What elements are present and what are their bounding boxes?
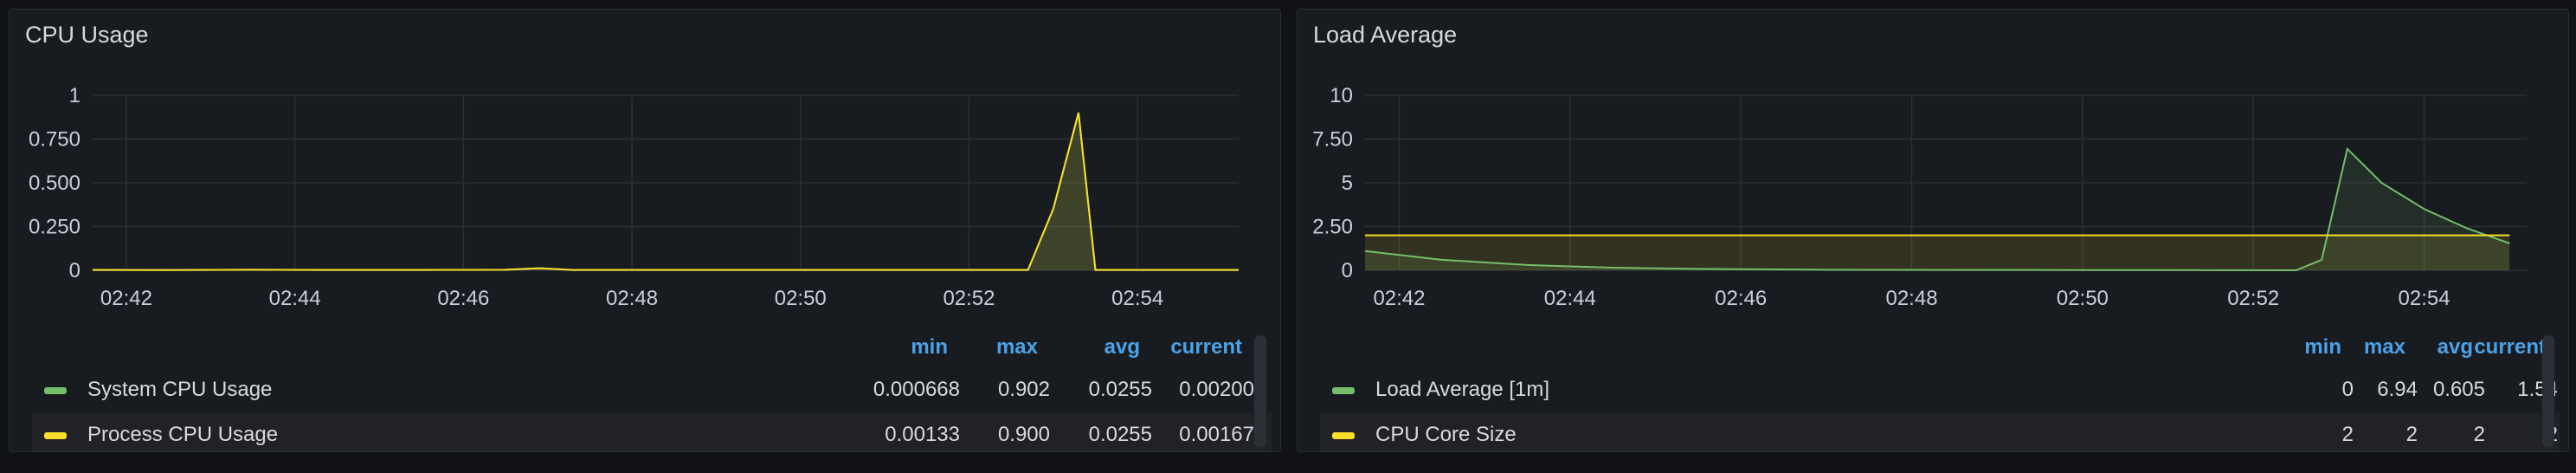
legend-header-min[interactable]: min (2304, 335, 2341, 360)
x-tick-label: 02:48 (606, 287, 658, 310)
legend-min: 0.000668 (873, 378, 960, 401)
x-tick-label: 02:50 (775, 287, 827, 310)
legend-scrollbar[interactable] (2542, 335, 2554, 448)
load-average-panel: Load Average 0 2.50 5 7.50 10 02:42 02:44 02:46… (1297, 9, 2569, 452)
x-tick-label: 02:54 (1111, 287, 1163, 310)
y-tick-label: 0 (69, 259, 80, 282)
y-tick-label: 10 (1330, 84, 1353, 107)
series-color-swatch[interactable] (1332, 432, 1355, 439)
legend-min: 0 (2341, 378, 2354, 401)
x-tick-label: 02:44 (269, 287, 321, 310)
x-tick-label: 02:44 (1544, 287, 1596, 310)
y-tick-label: 0 (1342, 259, 1353, 282)
legend-max: 0.900 (997, 423, 1050, 446)
legend-min: 0.00133 (885, 423, 960, 446)
legend-series-name: Load Average [1m] (1375, 378, 1550, 401)
legend-avg: 0.605 (2432, 378, 2485, 401)
legend-avg: 2 (2473, 423, 2485, 446)
y-tick-label: 0.750 (29, 128, 80, 152)
series-color-swatch[interactable] (1332, 387, 1355, 394)
y-tick-label: 7.50 (1312, 128, 1353, 152)
legend-avg: 0.0255 (1088, 423, 1152, 446)
x-tick-label: 02:42 (100, 287, 152, 310)
x-tick-label: 02:52 (2227, 287, 2279, 310)
legend-series-name: CPU Core Size (1375, 423, 1517, 446)
legend-header-max[interactable]: max (2364, 335, 2405, 360)
legend-header-min[interactable]: min (911, 335, 948, 360)
legend-max: 6.94 (2377, 378, 2418, 401)
series-color-swatch[interactable] (44, 387, 67, 394)
legend-avg: 0.0255 (1088, 378, 1152, 401)
legend-max: 0.902 (997, 378, 1050, 401)
series-color-swatch[interactable] (44, 432, 67, 439)
legend-min: 2 (2341, 423, 2354, 446)
legend-row-process-cpu[interactable]: Process CPU Usage 0.00133 0.900 0.0255 0… (32, 413, 1272, 451)
legend-header-avg[interactable]: avg (2438, 335, 2473, 360)
legend-row-load-average[interactable]: Load Average [1m] 0 6.94 0.605 1.54 (1320, 368, 2560, 410)
y-tick-label: 1 (69, 84, 80, 107)
legend-series-name: Process CPU Usage (87, 423, 279, 446)
legend-max: 2 (2405, 423, 2418, 446)
x-tick-label: 02:42 (1373, 287, 1425, 310)
x-tick-label: 02:52 (943, 287, 995, 310)
legend-scrollbar[interactable] (1254, 335, 1266, 448)
legend-series-name: System CPU Usage (87, 378, 273, 401)
legend-header-current[interactable]: current (1170, 335, 1242, 360)
series-area (93, 113, 1239, 270)
x-tick-label: 02:46 (1715, 287, 1767, 310)
legend-row-cpu-core-size[interactable]: CPU Core Size 2 2 2 2 (1320, 413, 2560, 451)
x-tick-label: 02:54 (2399, 287, 2450, 310)
legend-current: 0.00200 (1179, 378, 1254, 401)
y-tick-label: 0.250 (29, 216, 80, 239)
y-tick-label: 5 (1342, 172, 1353, 195)
y-tick-label: 0.500 (29, 172, 80, 195)
cpu-usage-panel: CPU Usage 0 0.250 0.500 0.750 1 02:42 02:44 02:… (9, 9, 1281, 452)
legend-header-max[interactable]: max (996, 335, 1038, 360)
legend-header-current[interactable]: current (2474, 335, 2546, 360)
cpu-usage-chart[interactable]: 0 0.250 0.500 0.750 1 02:42 02:44 02:46 02:48 02:… (10, 10, 1281, 330)
x-tick-label: 02:48 (1885, 287, 1937, 310)
legend-row-system-cpu[interactable]: System CPU Usage 0.000668 0.902 0.0255 0… (32, 368, 1272, 410)
legend-current: 0.00167 (1179, 423, 1254, 446)
legend-header-avg[interactable]: avg (1104, 335, 1140, 360)
load-average-chart[interactable]: 0 2.50 5 7.50 10 02:42 02:44 02:46 02:48 02:50 02:… (1298, 10, 2569, 330)
y-tick-label: 2.50 (1312, 216, 1353, 239)
x-tick-label: 02:50 (2057, 287, 2109, 310)
x-tick-label: 02:46 (437, 287, 489, 310)
